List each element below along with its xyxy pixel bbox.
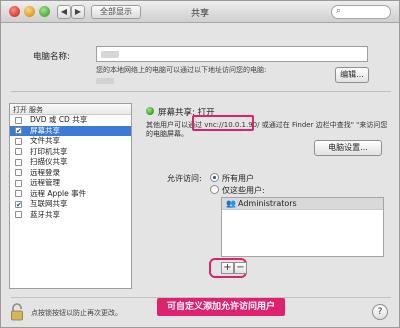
service-label: 打印机共享	[30, 146, 68, 156]
access-description-line2: 的电脑屏幕。	[146, 130, 188, 138]
add-user-button[interactable]: +	[221, 262, 234, 274]
service-row[interactable]: 文件共享	[10, 136, 131, 147]
service-label: 远程登录	[30, 167, 60, 177]
computer-settings-button[interactable]: 电脑设置...	[314, 140, 382, 156]
list-item[interactable]: 👥 Administrators	[222, 198, 383, 210]
service-label: 蓝牙共享	[30, 209, 60, 219]
service-row[interactable]: 远程 Apple 事件	[10, 189, 131, 200]
service-list-header: 打开 服务	[10, 104, 131, 115]
column-divider	[25, 105, 26, 113]
service-label: 远程管理	[30, 178, 60, 187]
computer-name-field[interactable]	[96, 46, 368, 62]
service-checkbox[interactable]	[15, 211, 22, 218]
service-checkbox[interactable]	[15, 137, 22, 145]
allowed-users-list: 👥 Administrators	[221, 197, 384, 257]
radio-only-these-users[interactable]	[210, 185, 219, 194]
service-label: 屏幕共享	[30, 125, 60, 135]
service-label: 远程 Apple 事件	[30, 188, 87, 198]
service-label: 互联网共享	[30, 199, 68, 208]
help-button[interactable]: ?	[372, 304, 388, 320]
service-label: 文件共享	[30, 136, 60, 145]
service-row[interactable]: 打印机共享	[10, 147, 131, 158]
radio-all-users[interactable]	[210, 173, 219, 182]
search-icon: ⌕	[336, 6, 342, 16]
title-bar: ◀ ▶ 全部显示 共享 ⌕	[1, 1, 399, 23]
service-checkbox[interactable]	[15, 158, 22, 166]
service-label: DVD 或 CD 共享	[30, 115, 88, 124]
service-row[interactable]: ✔ 互联网共享	[10, 199, 131, 210]
remove-user-button[interactable]: −	[234, 262, 247, 274]
divider	[11, 91, 391, 92]
search-field[interactable]: ⌕	[331, 5, 391, 19]
service-list: 打开 服务 DVD 或 CD 共享 ✔ 屏幕共享 文件共享 打印机共享 扫描仪共享 远程登录…	[9, 103, 132, 289]
edit-button[interactable]: 编辑...	[335, 67, 369, 83]
annotation-label: 可自定义添加允许访问用户	[157, 298, 285, 316]
service-row[interactable]: 远程登录	[10, 168, 131, 179]
computer-name-label: 电脑名称:	[33, 52, 70, 62]
service-checkbox[interactable]	[15, 179, 22, 187]
service-checkbox[interactable]	[15, 169, 22, 176]
computer-name-value-redacted	[101, 51, 119, 58]
service-label: 扫描仪共享	[30, 157, 68, 166]
service-checkbox[interactable]: ✔	[15, 127, 22, 135]
service-rows: DVD 或 CD 共享 ✔ 屏幕共享 文件共享 打印机共享 扫描仪共享 远程登录 远程管理 远程…	[10, 115, 131, 220]
vnc-address-highlight	[192, 115, 254, 131]
sharing-window: ◀ ▶ 全部显示 共享 ⌕ 电脑名称: 您的本地网络上的电脑可以通过以下地址访问…	[0, 0, 400, 328]
allow-access-label: 允许访问:	[167, 174, 202, 183]
local-address-redacted	[96, 78, 114, 84]
lock-hint-text: 点按锁按钮以防止再次更改。	[31, 309, 122, 317]
radio-all-users-label[interactable]: 所有用户	[222, 173, 254, 184]
computer-name-description: 您的本地网络上的电脑可以通过以下地址访问您的电脑:	[96, 65, 266, 84]
service-row[interactable]: 远程管理	[10, 178, 131, 189]
service-row[interactable]: ✔ 屏幕共享	[10, 125, 131, 136]
service-row[interactable]: DVD 或 CD 共享	[10, 115, 131, 126]
lock-icon[interactable]	[9, 303, 25, 321]
service-row[interactable]: 蓝牙共享	[10, 210, 131, 221]
service-row[interactable]: 扫描仪共享	[10, 157, 131, 168]
service-checkbox[interactable]	[15, 148, 22, 155]
radio-only-these-users-label[interactable]: 仅这些用户:	[222, 185, 265, 196]
status-indicator-icon	[146, 107, 154, 115]
service-checkbox[interactable]	[15, 190, 22, 197]
user-name: Administrators	[238, 199, 297, 208]
group-icon: 👥	[226, 199, 236, 208]
service-checkbox[interactable]	[15, 116, 22, 124]
column-header-service[interactable]: 服务	[29, 105, 43, 115]
service-checkbox[interactable]: ✔	[15, 200, 22, 208]
